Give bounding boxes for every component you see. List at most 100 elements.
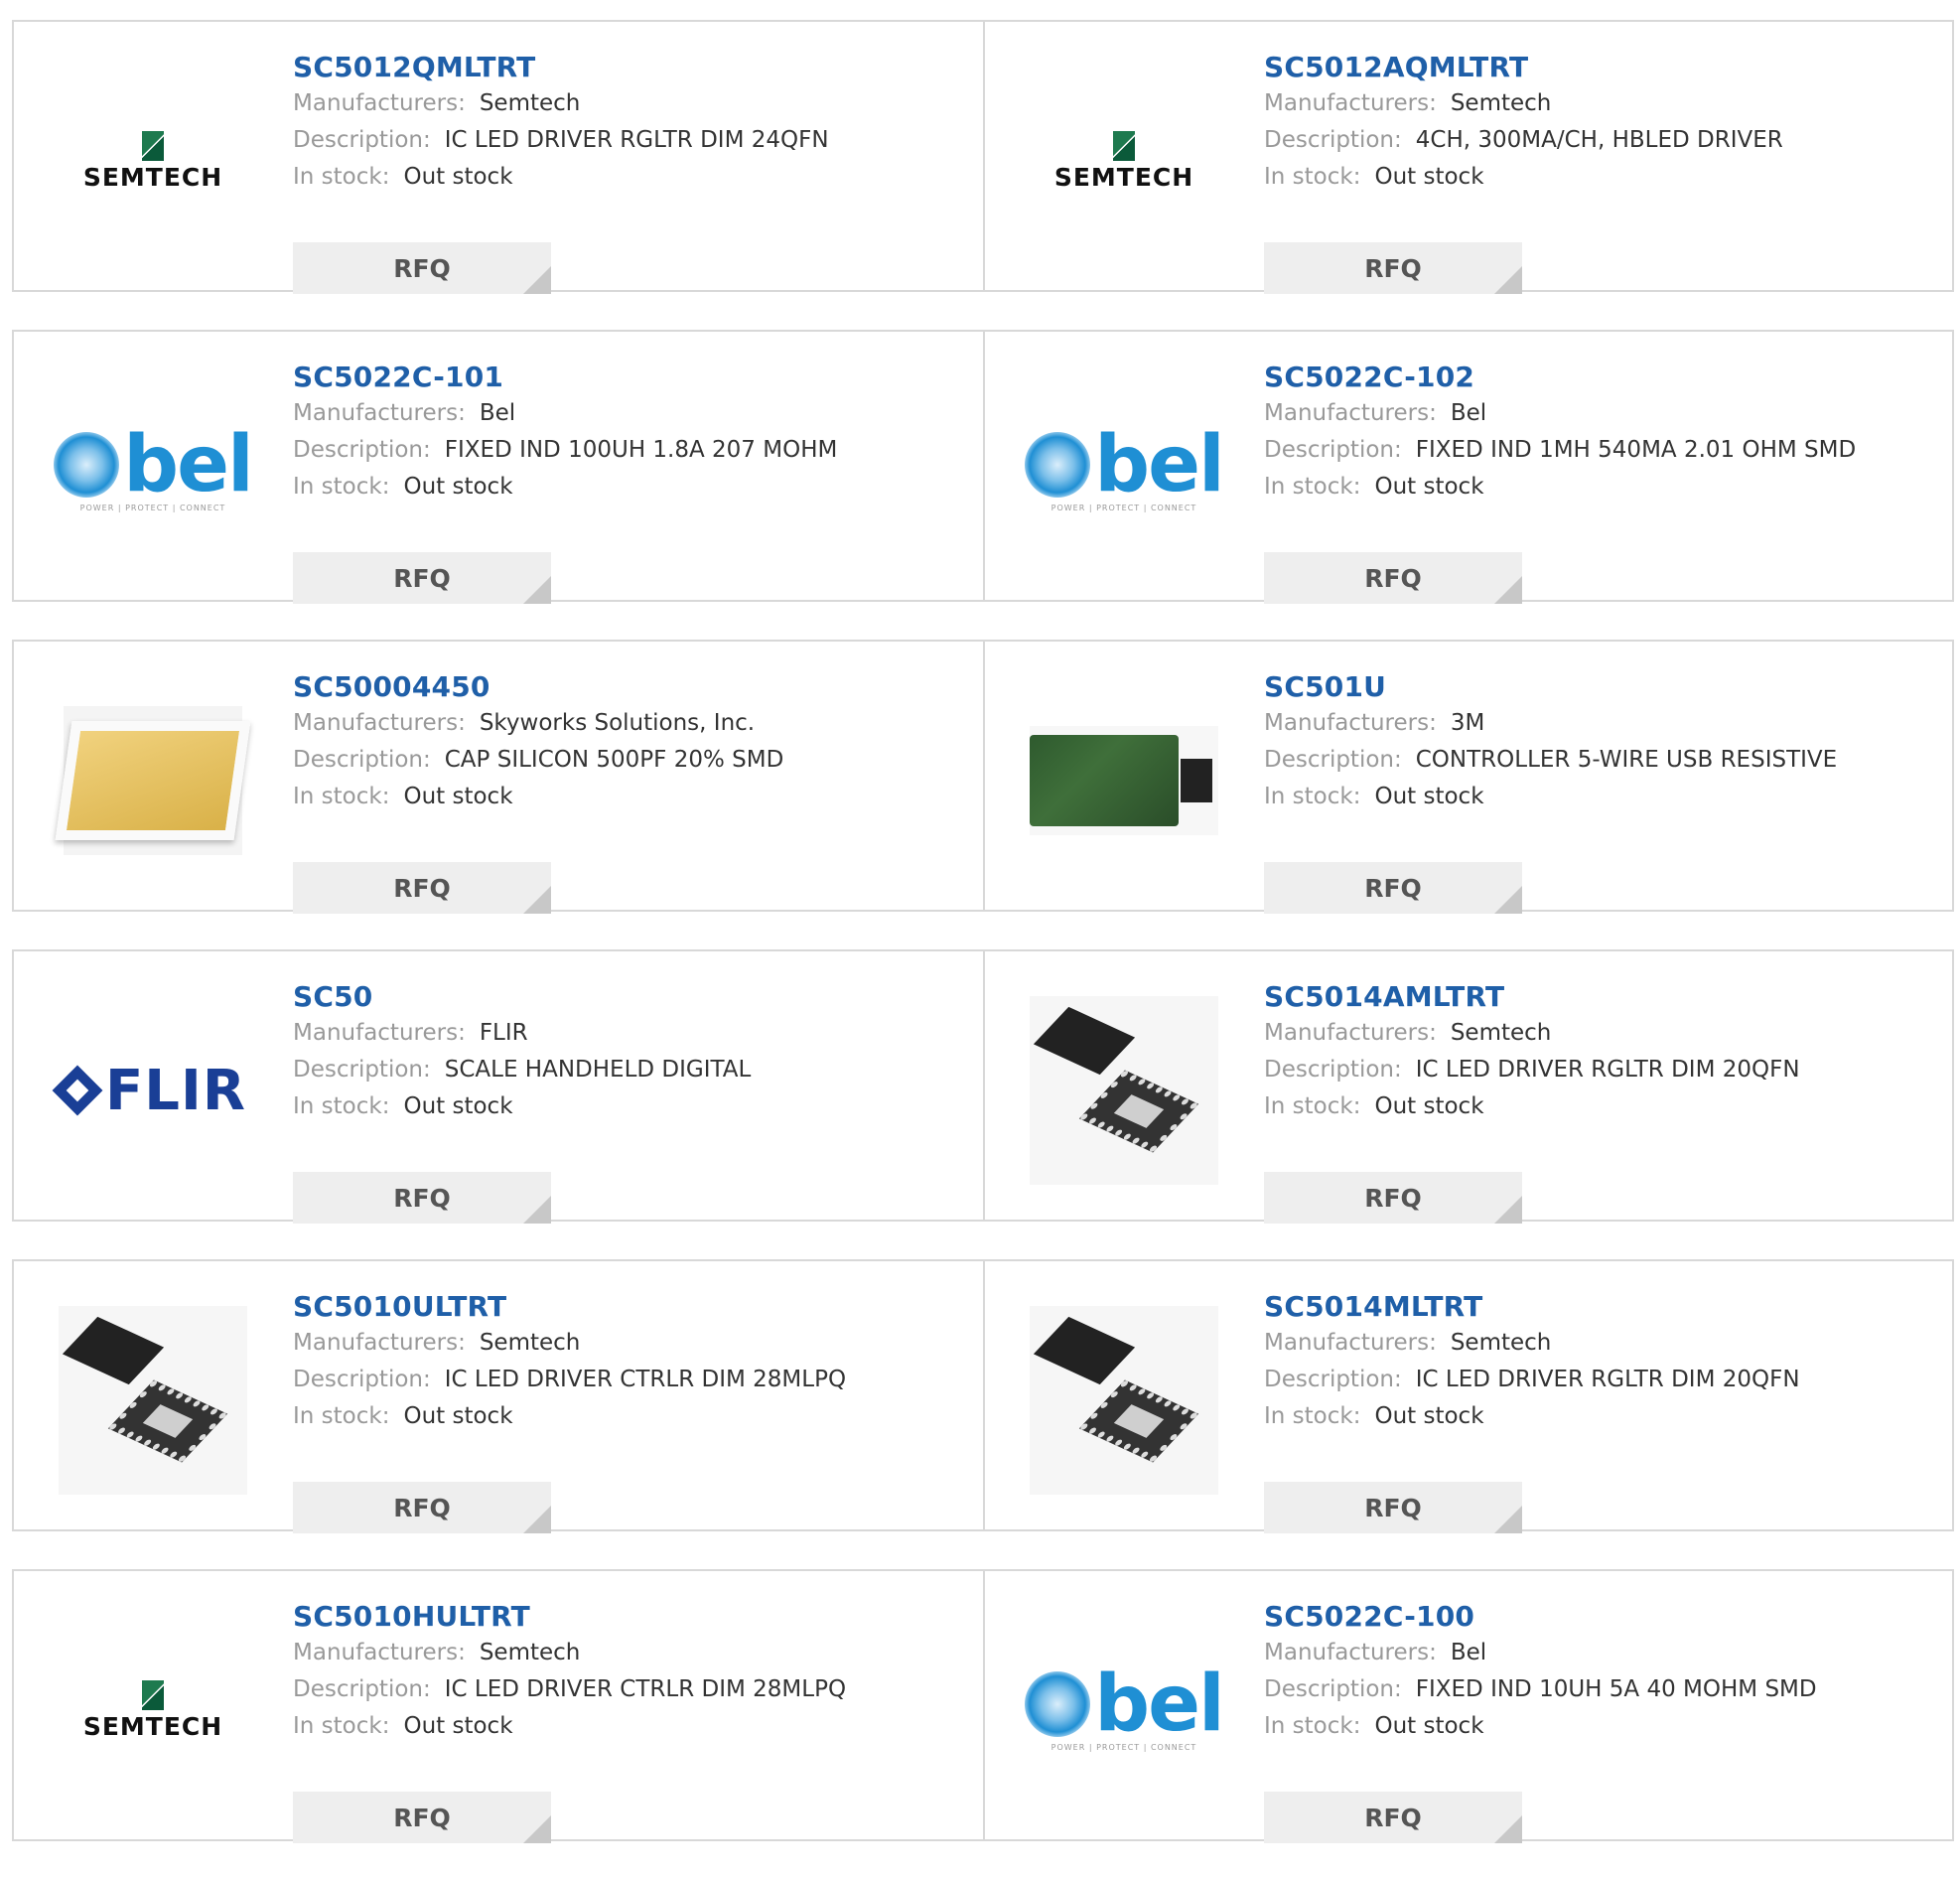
part-number-link[interactable]: SC5014MLTRT — [1264, 1289, 1932, 1325]
product-image[interactable]: SEMTECH — [1025, 62, 1223, 260]
stock-line-label: In stock: — [1264, 1093, 1361, 1119]
stock-line: In stock: Out stock — [1264, 1088, 1932, 1125]
manufacturer-line: Manufacturers: Bel — [293, 395, 963, 432]
product-image[interactable] — [1025, 681, 1223, 880]
product-image[interactable]: bel POWER | PROTECT | CONNECT — [1025, 371, 1225, 570]
product-card: bel POWER | PROTECT | CONNECT SC5022C-102 M… — [983, 332, 1952, 604]
product-image[interactable]: SEMTECH — [54, 62, 252, 260]
logo-text: bel — [1094, 419, 1224, 509]
qfn-chip-image — [1030, 996, 1218, 1185]
semtech-logo: SEMTECH — [83, 130, 222, 192]
rfq-button[interactable]: RFQ — [293, 1482, 551, 1533]
stock-line-label: In stock: — [293, 164, 390, 190]
manufacturer-line-label: Manufacturers: — [1264, 1640, 1437, 1665]
product-card: SC5014MLTRT Manufacturers: Semtech Descript… — [983, 1261, 1952, 1533]
part-number-link[interactable]: SC5022C-101 — [293, 360, 963, 395]
rfq-button[interactable]: RFQ — [1264, 552, 1522, 604]
product-image[interactable]: FLIR — [52, 991, 252, 1190]
product-image[interactable]: bel POWER | PROTECT | CONNECT — [1025, 1611, 1225, 1809]
part-number-link[interactable]: SC50 — [293, 979, 963, 1015]
description-line-value: 4CH, 300MA/CH, HBLED DRIVER — [1415, 127, 1783, 153]
part-number-link[interactable]: SC50004450 — [293, 669, 963, 705]
bel-sphere-icon — [54, 431, 120, 498]
description-line-label: Description: — [293, 127, 431, 153]
description-line-label: Description: — [1264, 1367, 1402, 1392]
rfq-button[interactable]: RFQ — [1264, 242, 1522, 294]
product-card: SEMTECH SC5012AQMLTRT Manufacturers: Semtec… — [983, 22, 1952, 294]
product-card: SC5010ULTRT Manufacturers: Semtech Descript… — [14, 1261, 983, 1533]
part-number-link[interactable]: SC5010HULTRT — [293, 1599, 963, 1635]
description-line-value: FIXED IND 1MH 540MA 2.01 OHM SMD — [1415, 437, 1857, 463]
description-line-label: Description: — [1264, 747, 1402, 773]
description-line-value: IC LED DRIVER RGLTR DIM 24QFN — [444, 127, 829, 153]
manufacturer-line-label: Manufacturers: — [293, 710, 466, 736]
description-line: Description: FIXED IND 1MH 540MA 2.01 OHM… — [1264, 432, 1932, 469]
product-image[interactable]: SEMTECH — [54, 1611, 252, 1809]
part-number-link[interactable]: SC5022C-100 — [1264, 1599, 1932, 1635]
product-info: SC5014AMLTRT Manufacturers: Semtech Descrip… — [1264, 979, 1932, 1224]
product-info: SC5010ULTRT Manufacturers: Semtech Descript… — [293, 1289, 963, 1533]
stock-line: In stock: Out stock — [1264, 1708, 1932, 1745]
rfq-button[interactable]: RFQ — [293, 242, 551, 294]
manufacturer-line-value: Semtech — [1450, 1020, 1552, 1046]
description-line-value: FIXED IND 10UH 5A 40 MOHM SMD — [1415, 1676, 1817, 1702]
description-line-value: FIXED IND 100UH 1.8A 207 MOHM — [444, 437, 838, 463]
manufacturer-line: Manufacturers: Semtech — [293, 1635, 963, 1671]
bel-sphere-icon — [1025, 1670, 1091, 1737]
stock-line-value: Out stock — [1374, 1713, 1484, 1739]
description-line-label: Description: — [1264, 1057, 1402, 1083]
rfq-button[interactable]: RFQ — [293, 1172, 551, 1224]
product-info: SC5022C-101 Manufacturers: Bel Description:… — [293, 360, 963, 604]
product-info: SC5022C-100 Manufacturers: Bel Description:… — [1264, 1599, 1932, 1843]
rfq-button[interactable]: RFQ — [293, 1792, 551, 1843]
description-line-label: Description: — [1264, 1676, 1402, 1702]
manufacturer-line-value: Semtech — [1450, 90, 1552, 116]
rfq-button[interactable]: RFQ — [293, 862, 551, 914]
part-number-link[interactable]: SC501U — [1264, 669, 1932, 705]
description-line-label: Description: — [293, 437, 431, 463]
rfq-button[interactable]: RFQ — [1264, 862, 1522, 914]
description-line-label: Description: — [293, 1367, 431, 1392]
rfq-button[interactable]: RFQ — [1264, 1172, 1522, 1224]
manufacturer-line-value: Semtech — [1450, 1330, 1552, 1356]
product-image[interactable] — [1025, 991, 1223, 1190]
description-line: Description: IC LED DRIVER RGLTR DIM 24QF… — [293, 122, 963, 159]
stock-line-value: Out stock — [1374, 784, 1484, 809]
product-info: SC5014MLTRT Manufacturers: Semtech Descript… — [1264, 1289, 1932, 1533]
rfq-button[interactable]: RFQ — [1264, 1792, 1522, 1843]
product-info: SC5012QMLTRT Manufacturers: Semtech Descrip… — [293, 50, 963, 294]
stock-line-label: In stock: — [293, 1713, 390, 1739]
stock-line: In stock: Out stock — [293, 1088, 963, 1125]
product-image[interactable]: bel POWER | PROTECT | CONNECT — [54, 371, 254, 570]
manufacturer-line-label: Manufacturers: — [1264, 710, 1437, 736]
stock-line-label: In stock: — [293, 1093, 390, 1119]
manufacturer-line: Manufacturers: Semtech — [1264, 85, 1932, 122]
description-line-value: CAP SILICON 500PF 20% SMD — [444, 747, 784, 773]
description-line: Description: SCALE HANDHELD DIGITAL — [293, 1052, 963, 1088]
description-line-label: Description: — [1264, 127, 1402, 153]
description-line: Description: IC LED DRIVER RGLTR DIM 20QF… — [1264, 1362, 1932, 1398]
manufacturer-line-value: Semtech — [479, 1640, 581, 1665]
bel-logo: bel POWER | PROTECT | CONNECT — [1025, 1665, 1225, 1752]
rfq-button[interactable]: RFQ — [293, 552, 551, 604]
product-info: SC50004450 Manufacturers: Skyworks Solutio… — [293, 669, 963, 914]
part-number-link[interactable]: SC5022C-102 — [1264, 360, 1932, 395]
part-number-link[interactable]: SC5014AMLTRT — [1264, 979, 1932, 1015]
product-row: SC50004450 Manufacturers: Skyworks Solutio… — [12, 640, 1954, 914]
part-number-link[interactable]: SC5010ULTRT — [293, 1289, 963, 1325]
part-number-link[interactable]: SC5012AQMLTRT — [1264, 50, 1932, 85]
product-image[interactable] — [1025, 1301, 1223, 1500]
logo-tagline: POWER | PROTECT | CONNECT — [79, 503, 226, 512]
product-image[interactable] — [54, 1301, 252, 1500]
stock-line-value: Out stock — [1374, 1403, 1484, 1429]
qfn-chip-image — [1030, 1306, 1218, 1495]
description-line-value: IC LED DRIVER CTRLR DIM 28MLPQ — [444, 1367, 847, 1392]
stock-line-value: Out stock — [403, 164, 513, 190]
rfq-button[interactable]: RFQ — [1264, 1482, 1522, 1533]
manufacturer-line: Manufacturers: Semtech — [1264, 1325, 1932, 1362]
semtech-logo: SEMTECH — [1054, 130, 1193, 192]
stock-line: In stock: Out stock — [1264, 779, 1932, 815]
part-number-link[interactable]: SC5012QMLTRT — [293, 50, 963, 85]
logo-text: FLIR — [105, 1058, 246, 1123]
product-image[interactable] — [54, 681, 252, 880]
